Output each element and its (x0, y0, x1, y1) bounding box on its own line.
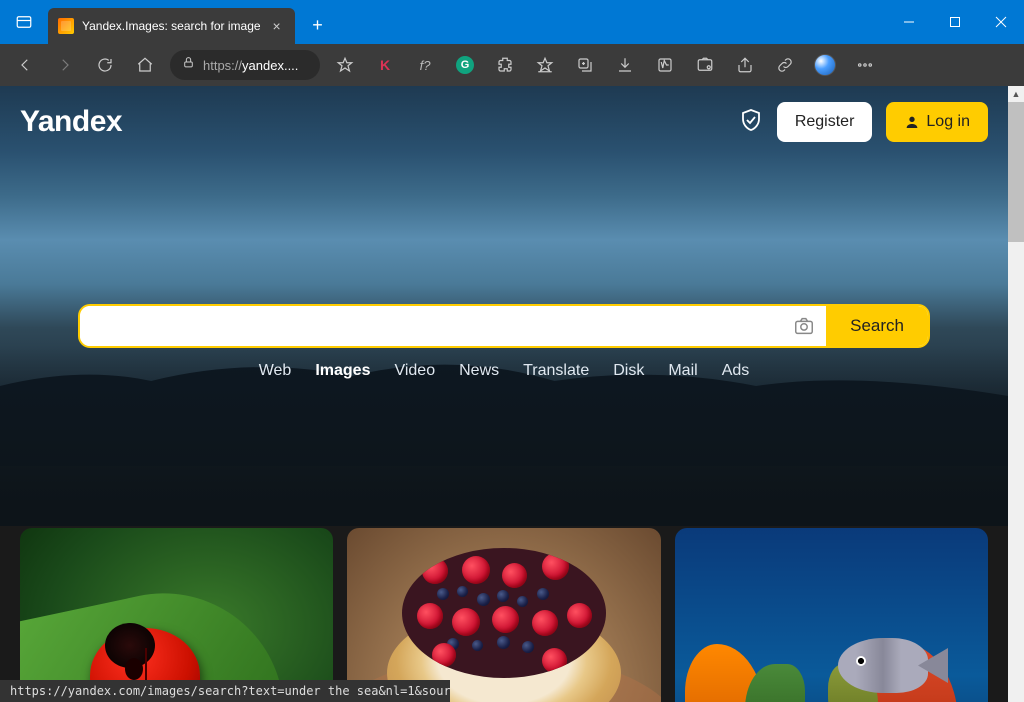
favorite-button[interactable] (326, 47, 364, 83)
tab-actions-icon[interactable] (8, 6, 40, 38)
pie-illustration (402, 548, 605, 678)
user-icon (904, 114, 920, 130)
forward-button[interactable] (46, 47, 84, 83)
service-tabs: Web Images Video News Translate Disk Mai… (78, 362, 930, 380)
title-drag-area[interactable] (333, 0, 886, 44)
suggestion-card-sea[interactable]: Under the sea (675, 528, 988, 702)
new-tab-button[interactable]: + (303, 15, 333, 36)
window-close-button[interactable] (978, 0, 1024, 44)
tab-images[interactable]: Images (315, 362, 370, 380)
yandex-logo[interactable]: Yandex (20, 105, 122, 139)
scroll-thumb[interactable] (1008, 102, 1024, 242)
status-bar: https://yandex.com/images/search?text=un… (0, 680, 450, 702)
more-menu-button[interactable] (846, 47, 884, 83)
tab-favicon-icon (58, 18, 74, 34)
suggestion-card-pie[interactable]: Berry pie (347, 528, 660, 702)
back-button[interactable] (6, 47, 44, 83)
extensions-button[interactable] (486, 47, 524, 83)
favorites-button[interactable] (526, 47, 564, 83)
address-bar[interactable]: https://yandex.... (170, 50, 320, 80)
link-button[interactable] (766, 47, 804, 83)
tab-ads[interactable]: Ads (722, 362, 750, 380)
profile-avatar[interactable] (806, 47, 844, 83)
window-minimize-button[interactable] (886, 0, 932, 44)
downloads-button[interactable] (606, 47, 644, 83)
tab-disk[interactable]: Disk (613, 362, 644, 380)
extension-grammarly-icon[interactable]: G (446, 47, 484, 83)
math-solver-icon[interactable] (646, 47, 684, 83)
tab-title: Yandex.Images: search for image (82, 19, 261, 33)
tab-translate[interactable]: Translate (523, 362, 589, 380)
tab-video[interactable]: Video (394, 362, 435, 380)
search-button[interactable]: Search (826, 306, 928, 346)
extension-k-icon[interactable]: K (366, 47, 404, 83)
lock-icon (182, 56, 195, 74)
share-button[interactable] (726, 47, 764, 83)
search-bar: Search (78, 304, 930, 348)
vertical-scrollbar[interactable]: ▲ (1008, 86, 1024, 702)
extension-function-icon[interactable]: f? (406, 47, 444, 83)
login-button[interactable]: Log in (886, 102, 988, 142)
page-content: Yandex Register Log in Search Web Images… (0, 86, 1024, 702)
browser-toolbar: https://yandex.... K f? G (0, 44, 1024, 86)
image-search-icon[interactable] (782, 306, 826, 346)
tab-news[interactable]: News (459, 362, 499, 380)
tab-web[interactable]: Web (259, 362, 292, 380)
tab-mail[interactable]: Mail (668, 362, 697, 380)
register-button[interactable]: Register (777, 102, 873, 142)
tab-close-icon[interactable]: × (269, 18, 285, 34)
browser-tab[interactable]: Yandex.Images: search for image × (48, 8, 295, 44)
collections-button[interactable] (566, 47, 604, 83)
scroll-up-arrow-icon[interactable]: ▲ (1008, 86, 1024, 102)
screenshot-button[interactable] (686, 47, 724, 83)
fish-illustration (838, 638, 928, 693)
address-url: https://yandex.... (203, 58, 298, 73)
home-button[interactable] (126, 47, 164, 83)
window-title-bar: Yandex.Images: search for image × + (0, 0, 1024, 44)
refresh-button[interactable] (86, 47, 124, 83)
window-maximize-button[interactable] (932, 0, 978, 44)
search-input[interactable] (80, 306, 782, 346)
login-label: Log in (926, 113, 970, 131)
shield-icon[interactable] (739, 108, 763, 137)
suggestion-card-nature[interactable]: Macro photography of nature (20, 528, 333, 702)
